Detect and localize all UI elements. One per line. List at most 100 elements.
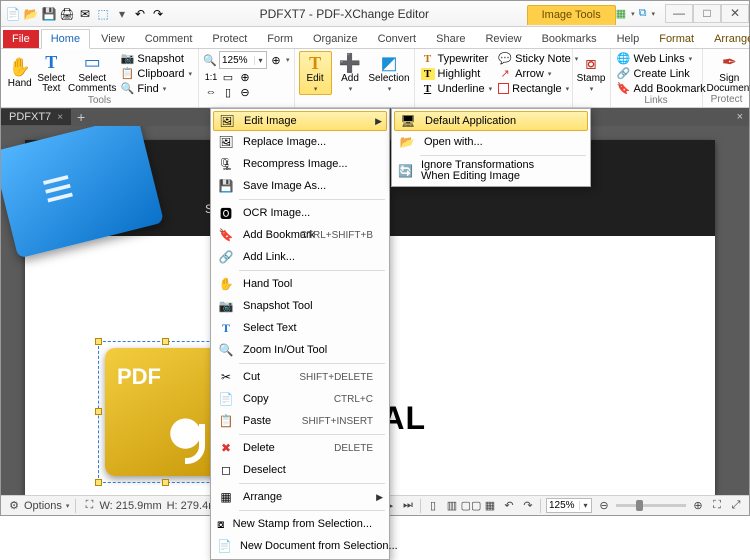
new-tab-button[interactable]: +: [71, 109, 91, 125]
add-button[interactable]: ➕Add▾: [334, 51, 367, 95]
menu-add-link[interactable]: 🔗Add Link...: [213, 246, 387, 268]
tab-bookmarks[interactable]: Bookmarks: [533, 30, 606, 48]
menu-recompress[interactable]: 🗜Recompress Image...: [213, 153, 387, 175]
menu-replace-image[interactable]: 🖼Replace Image...: [213, 131, 387, 153]
document-tab[interactable]: PDFXT7×: [1, 109, 71, 125]
arrow-tool-button[interactable]: ↗Arrow▾: [496, 66, 580, 81]
layout-cont-icon[interactable]: ▥: [445, 499, 459, 513]
ui-options-icon[interactable]: ▦: [616, 7, 626, 20]
layout-single-icon[interactable]: ▯: [426, 499, 440, 513]
edit-button[interactable]: TEdit▾: [299, 51, 332, 95]
tab-home[interactable]: Home: [41, 29, 90, 49]
cut-icon: ✂: [217, 368, 235, 386]
close-doc-icon[interactable]: ×: [57, 112, 63, 123]
highlight-button[interactable]: THighlight: [419, 66, 495, 81]
maximize-button[interactable]: □: [693, 4, 721, 23]
hand-button[interactable]: ✋Hand: [5, 51, 35, 95]
submenu-ignore-transforms[interactable]: 🔄Ignore Transformations When Editing Ima…: [394, 158, 588, 184]
context-tab-image-tools[interactable]: Image Tools: [527, 5, 616, 25]
web-links-button[interactable]: 🌐Web Links▾: [615, 51, 708, 66]
fullscreen-icon[interactable]: ⤢: [729, 499, 743, 513]
menu-save-image[interactable]: 💾Save Image As...: [213, 175, 387, 197]
layout-facing-icon[interactable]: ▢▢: [464, 499, 478, 513]
menu-copy[interactable]: 📄CopyCTRL+C: [213, 388, 387, 410]
clipboard-button[interactable]: 📋Clipboard▾: [118, 66, 194, 81]
zoom-status-combo[interactable]: ▾: [546, 498, 592, 513]
qat-email-icon[interactable]: ✉: [77, 6, 93, 22]
zoom-fit-icon[interactable]: ▭: [220, 70, 236, 84]
menu-paste[interactable]: 📋PasteSHIFT+INSERT: [213, 410, 387, 432]
submenu-open-with[interactable]: 📂Open with...: [394, 131, 588, 153]
tab-review[interactable]: Review: [476, 30, 530, 48]
nav-last-icon[interactable]: ⏭: [401, 499, 415, 513]
menu-ocr[interactable]: 🅾OCR Image...: [213, 202, 387, 224]
zoom-in-icon[interactable]: ⊕: [237, 70, 253, 84]
zoom-plus-icon[interactable]: ⊕: [691, 499, 705, 513]
tab-form[interactable]: Form: [258, 30, 302, 48]
qat-open-icon[interactable]: 📂: [23, 6, 39, 22]
zoom-mode-icon[interactable]: ⊕: [269, 53, 283, 67]
menu-delete[interactable]: ✖DeleteDELETE: [213, 437, 387, 459]
underline-button[interactable]: TUnderline▾: [419, 81, 495, 96]
zoom-minus-icon[interactable]: ⊖: [597, 499, 611, 513]
sticky-note-button[interactable]: 💬Sticky Note▾: [496, 51, 580, 66]
close-button[interactable]: ✕: [721, 4, 749, 23]
add-bookmark-button[interactable]: 🔖Add Bookmark: [615, 81, 708, 96]
tab-view[interactable]: View: [92, 30, 134, 48]
menu-edit-image[interactable]: 🖼Edit Image▶: [213, 111, 387, 131]
select-comments-button[interactable]: ▭Select Comments: [68, 51, 116, 95]
menu-zoom-tool[interactable]: 🔍Zoom In/Out Tool: [213, 339, 387, 361]
qat-new-icon[interactable]: 📄: [5, 6, 21, 22]
tab-organize[interactable]: Organize: [304, 30, 367, 48]
zoom-combo[interactable]: ▾: [219, 51, 267, 69]
typewriter-button[interactable]: TTypewriter: [419, 51, 495, 66]
zoom-out2-icon[interactable]: ⊖: [237, 85, 253, 99]
qat-print-icon[interactable]: 🖨: [59, 6, 75, 22]
doc-tabs-close-icon[interactable]: ×: [737, 111, 749, 123]
tab-comment[interactable]: Comment: [136, 30, 202, 48]
qat-scan-icon[interactable]: ⬚: [95, 6, 111, 22]
tab-protect[interactable]: Protect: [203, 30, 256, 48]
snapshot-button[interactable]: 📷Snapshot: [118, 51, 194, 66]
tab-help[interactable]: Help: [608, 30, 649, 48]
menu-arrange[interactable]: ▦Arrange▶: [213, 486, 387, 508]
layout-contfacing-icon[interactable]: ▦: [483, 499, 497, 513]
menu-new-doc[interactable]: 📄New Document from Selection...: [213, 535, 387, 557]
tab-share[interactable]: Share: [427, 30, 474, 48]
find-mini-button[interactable]: 🔍Find▾: [118, 81, 194, 96]
sign-doc-button[interactable]: ✒Sign Document: [707, 51, 750, 95]
select-text-button[interactable]: TSelect Text: [37, 51, 67, 95]
menu-hand-tool[interactable]: ✋Hand Tool: [213, 273, 387, 295]
menu-select-text[interactable]: TSelect Text: [213, 317, 387, 339]
qat-redo-icon[interactable]: ↷: [150, 6, 166, 22]
zoom-out-icon[interactable]: 🔍: [203, 53, 217, 67]
qat-dropdown-icon[interactable]: ▾: [114, 6, 130, 22]
menu-snapshot-tool[interactable]: 📷Snapshot Tool: [213, 295, 387, 317]
tab-file[interactable]: File: [3, 30, 39, 48]
launch-icon[interactable]: ⧉: [639, 7, 647, 20]
stamp-button[interactable]: ⧇Stamp▾: [577, 51, 606, 95]
menu-add-bookmark[interactable]: 🔖Add BookmarkCTRL+SHIFT+B: [213, 224, 387, 246]
options-button[interactable]: ⚙Options▾: [7, 499, 69, 513]
create-link-button[interactable]: 🔗Create Link: [615, 66, 708, 81]
rotate-ccw-icon[interactable]: ↶: [502, 499, 516, 513]
zoom-width-icon[interactable]: ⇔: [203, 85, 219, 99]
zoom-actual-button[interactable]: 1:1: [203, 70, 219, 84]
submenu-default-app[interactable]: 🖥Default Application: [394, 111, 588, 131]
qat-undo-icon[interactable]: ↶: [132, 6, 148, 22]
qat-save-icon[interactable]: 💾: [41, 6, 57, 22]
tab-arrange[interactable]: Arrange: [705, 30, 750, 48]
zoom-slider[interactable]: [616, 504, 686, 507]
minimize-button[interactable]: —: [665, 4, 693, 23]
menu-new-stamp[interactable]: ⧇New Stamp from Selection...: [213, 513, 387, 535]
tab-convert[interactable]: Convert: [369, 30, 426, 48]
menu-cut[interactable]: ✂CutSHIFT+DELETE: [213, 366, 387, 388]
rotate-cw-icon[interactable]: ↷: [521, 499, 535, 513]
menu-deselect[interactable]: ◻Deselect: [213, 459, 387, 481]
tab-format[interactable]: Format: [650, 30, 703, 48]
zoom-input[interactable]: [220, 53, 254, 68]
zoom-page-icon[interactable]: ▯: [220, 85, 236, 99]
rectangle-button[interactable]: Rectangle▾: [496, 81, 580, 96]
fit-page-icon[interactable]: ⛶: [710, 499, 724, 513]
selection-button[interactable]: ◩Selection▾: [368, 51, 409, 95]
